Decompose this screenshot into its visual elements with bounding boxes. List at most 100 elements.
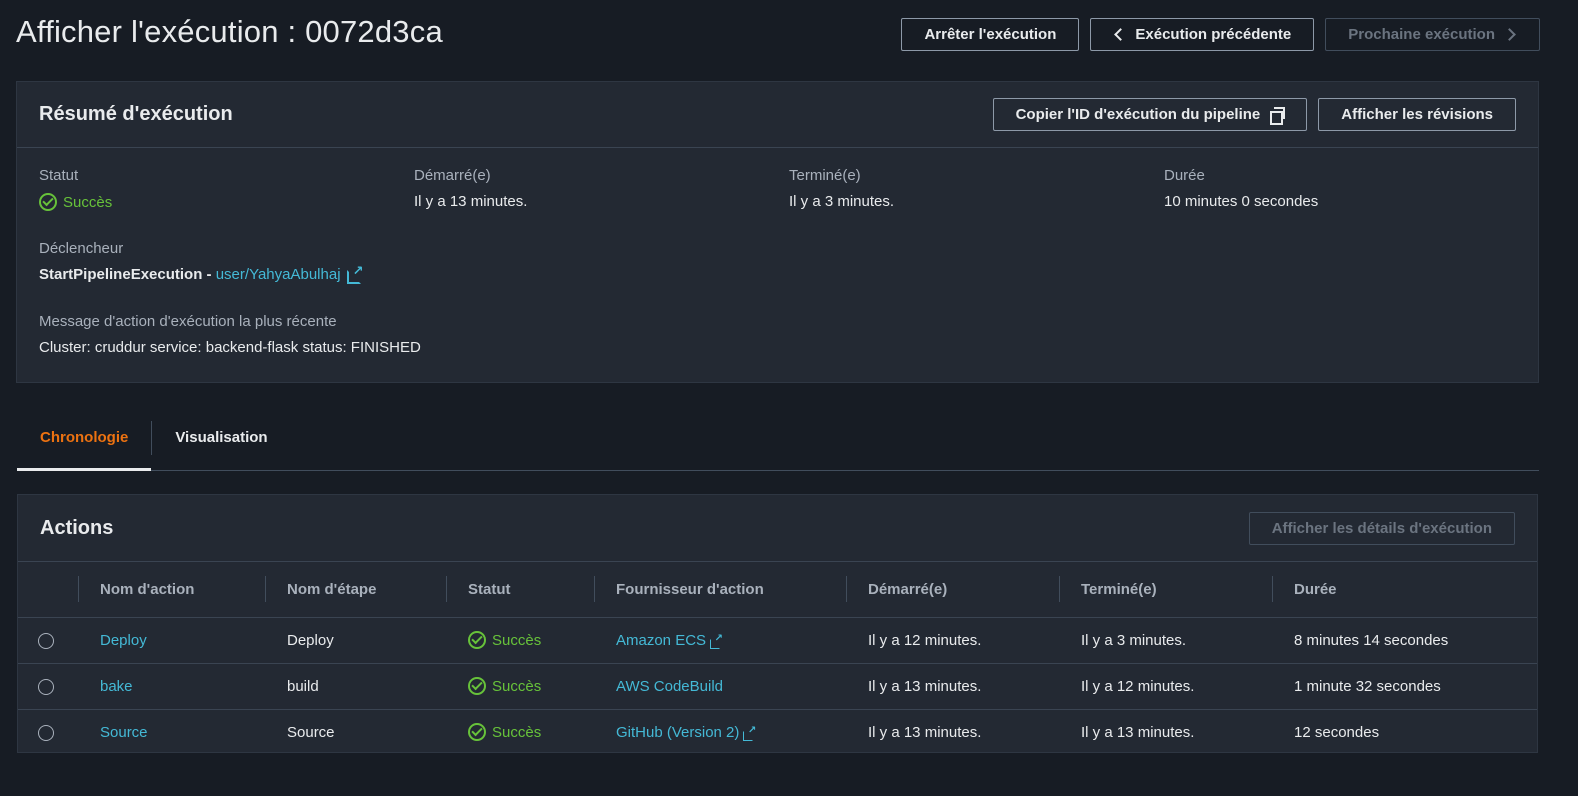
table-row[interactable]: bake build Succès AWS CodeBuild Il y a 1… — [18, 663, 1537, 710]
duration-cell: 12 secondes — [1294, 723, 1380, 741]
success-check-icon — [468, 631, 486, 649]
provider-link[interactable]: Amazon ECS — [616, 632, 706, 649]
stage-name-cell: Source — [287, 723, 335, 741]
status-cell: Succès — [446, 663, 594, 710]
chevron-right-icon — [1503, 27, 1516, 41]
ended-cell: Il y a 3 minutes. — [1059, 617, 1272, 664]
summary-details: Statut Succès Démarré(e) Il y a 13 minut… — [39, 167, 1538, 211]
actions-header: Actions Afficher les détails d'exécution — [18, 495, 1537, 562]
row-select-cell — [18, 663, 78, 710]
provider-link[interactable]: GitHub (Version 2) — [616, 724, 739, 741]
action-name-cell: Deploy — [78, 617, 265, 664]
row-status-text: Succès — [492, 631, 542, 649]
latest-message-label: Message d'action d'exécution la plus réc… — [39, 313, 337, 330]
page-header: Afficher l'exécution : 0072d3ca Arrêter … — [16, 10, 1540, 54]
header-actions: Arrêter l'exécution Exécution précédente… — [901, 17, 1540, 51]
provider-cell: GitHub (Version 2) — [594, 709, 846, 755]
table-header-row: Nom d'action Nom d'étape Statut Fourniss… — [18, 562, 1537, 618]
table-row[interactable]: Deploy Deploy Succès Amazon ECS Il y a 1… — [18, 617, 1537, 664]
duration-field: Durée 10 minutes 0 secondes — [1164, 167, 1539, 211]
started-cell: Il y a 13 minutes. — [868, 723, 982, 741]
duration-cell: 8 minutes 14 secondes — [1272, 617, 1537, 664]
summary-title: Résumé d'exécution — [39, 103, 233, 125]
previous-execution-label: Exécution précédente — [1135, 25, 1292, 43]
row-status-text: Succès — [492, 723, 542, 741]
ended-value: Il y a 3 minutes. — [789, 193, 895, 210]
status-field: Statut Succès — [39, 167, 414, 211]
actions-panel: Actions Afficher les détails d'exécution… — [17, 494, 1538, 753]
success-check-icon — [39, 193, 57, 211]
view-execution-details-button[interactable]: Afficher les détails d'exécution — [1248, 511, 1515, 545]
stage-name-cell: build — [265, 663, 446, 710]
ended-field: Terminé(e) Il y a 3 minutes. — [789, 167, 1164, 211]
actions-title: Actions — [40, 516, 114, 539]
external-link-icon — [743, 725, 756, 741]
ended-label: Terminé(e) — [789, 167, 861, 184]
provider-cell: AWS CodeBuild — [594, 663, 846, 710]
row-select-cell — [18, 617, 78, 664]
started-cell: Il y a 13 minutes. — [846, 663, 1059, 710]
summary-header: Résumé d'exécution Copier l'ID d'exécuti… — [17, 82, 1538, 148]
latest-message-value: Cluster: cruddur service: backend-flask … — [39, 339, 421, 356]
summary-actions: Copier l'ID d'exécution du pipeline Affi… — [992, 98, 1516, 131]
action-name-link[interactable]: bake — [100, 678, 133, 695]
started-cell: Il y a 12 minutes. — [846, 617, 1059, 664]
column-header-action-name[interactable]: Nom d'action — [78, 562, 265, 618]
action-name-link[interactable]: Source — [100, 724, 148, 741]
duration-cell: 1 minute 32 secondes — [1272, 663, 1537, 710]
column-header-duration[interactable]: Durée — [1272, 562, 1537, 618]
stop-execution-button[interactable]: Arrêter l'exécution — [901, 17, 1080, 51]
success-check-icon — [468, 677, 486, 695]
chevron-left-icon — [1114, 27, 1128, 41]
started-field: Démarré(e) Il y a 13 minutes. — [414, 167, 789, 211]
tab-visualisation[interactable]: Visualisation — [152, 405, 290, 470]
row-radio[interactable] — [38, 632, 54, 649]
provider-link[interactable]: AWS CodeBuild — [616, 678, 723, 695]
external-link-icon — [710, 633, 723, 649]
action-name-cell: bake — [78, 663, 265, 710]
ended-cell: Il y a 13 minutes. — [1081, 723, 1195, 741]
action-name-cell: Source — [78, 709, 265, 755]
status-cell: Succès — [446, 617, 594, 664]
page-title: Afficher l'exécution : 0072d3ca — [16, 14, 443, 49]
stage-name-cell: Deploy — [265, 617, 446, 664]
table-row[interactable]: Source Source Succès GitHub (Version 2) … — [18, 709, 1537, 755]
trigger-value: StartPipelineExecution - user/YahyaAbulh… — [39, 263, 364, 284]
status-value: Succès — [39, 193, 414, 211]
trigger-user-link[interactable]: user/YahyaAbulhaj — [216, 266, 341, 283]
column-header-stage-name[interactable]: Nom d'étape — [265, 562, 446, 618]
column-header-started[interactable]: Démarré(e) — [846, 562, 1059, 618]
duration-label: Durée — [1164, 167, 1205, 184]
next-execution-button[interactable]: Prochaine exécution — [1325, 17, 1540, 51]
next-execution-label: Prochaine exécution — [1348, 25, 1495, 43]
column-header-ended[interactable]: Terminé(e) — [1059, 562, 1272, 618]
provider-cell: Amazon ECS — [594, 617, 846, 664]
trigger-field: Déclencheur StartPipelineExecution - use… — [39, 240, 364, 284]
copy-id-label: Copier l'ID d'exécution du pipeline — [1015, 106, 1261, 123]
ended-cell: Il y a 12 minutes. — [1059, 663, 1272, 710]
row-radio[interactable] — [38, 678, 54, 695]
success-check-icon — [468, 723, 486, 741]
latest-message-field: Message d'action d'exécution la plus réc… — [39, 313, 421, 356]
status-label: Statut — [39, 167, 79, 184]
column-header-provider[interactable]: Fournisseur d'action — [594, 562, 846, 618]
execution-summary-panel: Résumé d'exécution Copier l'ID d'exécuti… — [16, 81, 1539, 383]
trigger-text: StartPipelineExecution - — [39, 266, 216, 283]
row-select-cell — [18, 709, 78, 755]
column-header-status[interactable]: Statut — [446, 562, 594, 618]
external-link-icon[interactable] — [346, 263, 364, 284]
actions-table: Nom d'action Nom d'étape Statut Fourniss… — [18, 562, 1537, 755]
copy-icon — [1270, 107, 1286, 125]
started-value: Il y a 13 minutes. — [414, 193, 528, 210]
previous-execution-button[interactable]: Exécution précédente — [1090, 17, 1315, 51]
action-name-link[interactable]: Deploy — [100, 632, 147, 649]
tab-chronologie[interactable]: Chronologie — [17, 405, 152, 471]
row-status-text: Succès — [492, 677, 542, 695]
copy-pipeline-execution-id-button[interactable]: Copier l'ID d'exécution du pipeline — [992, 98, 1308, 131]
select-column-header — [18, 562, 78, 618]
status-text: Succès — [63, 193, 113, 211]
tabs: Chronologie Visualisation — [17, 405, 1539, 471]
view-revisions-button[interactable]: Afficher les révisions — [1318, 98, 1516, 131]
row-radio[interactable] — [38, 724, 54, 741]
duration-value: 10 minutes 0 secondes — [1164, 193, 1319, 210]
